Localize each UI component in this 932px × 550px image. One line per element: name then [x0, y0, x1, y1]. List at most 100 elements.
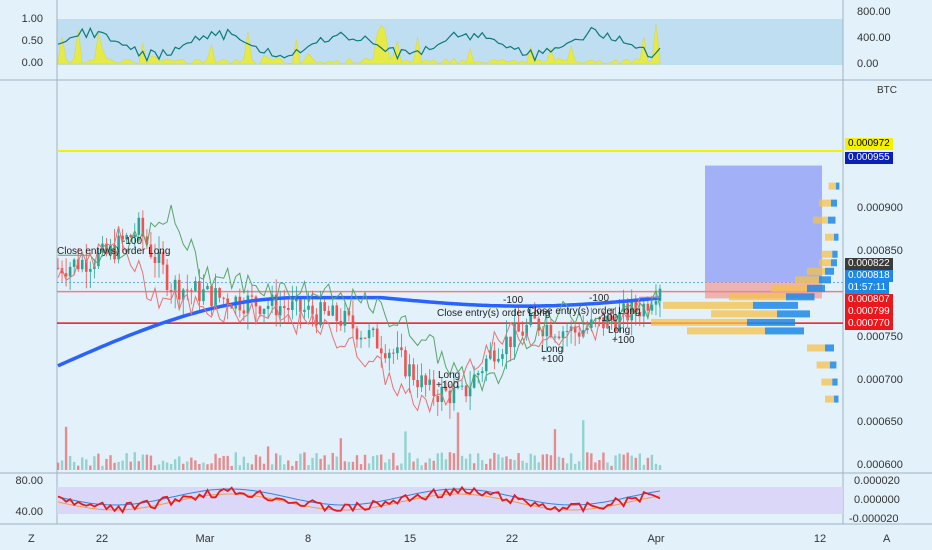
candle-body — [339, 320, 343, 326]
volume-bar — [452, 453, 456, 470]
volume-bar — [161, 460, 165, 470]
volume-bar — [654, 463, 658, 470]
candle-body — [343, 310, 347, 326]
volume-bar — [311, 457, 314, 470]
profile-bar-yellow — [828, 182, 836, 190]
volume-bar — [549, 455, 553, 470]
zoom-reset-z[interactable]: Z — [28, 533, 35, 545]
bottom-right-tick: 0.000020 — [854, 475, 900, 487]
volume-bar — [202, 462, 205, 470]
volume-bar — [472, 463, 476, 470]
volume-bar — [658, 465, 662, 470]
volume-bar — [141, 454, 145, 470]
profile-bar-yellow — [813, 216, 828, 224]
volume-bar — [602, 452, 605, 470]
volume-bar — [355, 455, 359, 470]
bottom-left-tick: 40.00 — [15, 506, 43, 518]
candle-body — [383, 353, 387, 359]
candle-body — [545, 324, 549, 337]
volume-bar — [93, 456, 96, 470]
candle-body — [363, 337, 367, 339]
volume-bar — [384, 462, 387, 470]
volume-bar — [468, 453, 472, 470]
volume-bar — [335, 456, 338, 470]
volume-bar — [113, 462, 116, 470]
volume-bar — [464, 458, 468, 470]
top-right-tick: 400.00 — [857, 32, 891, 44]
volume-bar — [331, 452, 334, 470]
candle-body — [371, 328, 375, 331]
volume-bar — [258, 456, 262, 470]
volume-bar — [117, 461, 120, 470]
bottom-left-tick: 80.00 — [15, 475, 43, 487]
volume-bar — [295, 461, 298, 470]
volume-bar — [60, 460, 64, 470]
profile-bar-blue — [807, 284, 825, 292]
profile-bar-blue — [835, 182, 840, 190]
volume-bar — [505, 456, 508, 470]
volume-bar — [283, 464, 286, 470]
volume-bar — [400, 463, 403, 470]
candle-body — [165, 264, 169, 291]
volume-bar — [557, 456, 561, 470]
candle-body — [517, 323, 520, 332]
profile-bar-yellow — [711, 310, 777, 318]
bottom-right-tick: -0.000020 — [849, 513, 899, 525]
candle-body — [258, 306, 262, 314]
top-left-tick: 1.00 — [22, 13, 43, 25]
volume-bar — [254, 454, 258, 470]
volume-bar — [420, 465, 423, 470]
volume-bar — [533, 455, 536, 470]
candle-body — [57, 267, 60, 269]
volume-bar — [497, 454, 500, 470]
top-right-tick: 0.00 — [857, 58, 878, 70]
volume-bar — [622, 454, 625, 470]
volume-bar — [650, 454, 654, 470]
price-tick: 0.000750 — [857, 331, 903, 343]
volume-bar — [270, 464, 274, 470]
candle-body — [654, 300, 658, 305]
candle-body — [291, 301, 294, 310]
volume-bar — [198, 463, 201, 470]
volume-bar — [274, 453, 278, 470]
volume-bar — [485, 463, 488, 470]
profile-bar-yellow — [663, 301, 753, 309]
price-label-countdown: 01:57:11 — [845, 282, 890, 294]
volume-bar — [291, 465, 294, 470]
volume-bar — [501, 457, 504, 470]
volume-bar — [646, 457, 650, 470]
volume-bar — [444, 459, 448, 470]
volume-bar — [586, 452, 589, 470]
candle-body — [464, 385, 468, 397]
volume-bar — [145, 454, 149, 470]
price-label-last: 0.000818 — [845, 270, 893, 282]
x-axis-label: 15 — [404, 533, 416, 545]
profile-bar-yellow — [819, 259, 831, 267]
volume-bar — [428, 458, 431, 470]
price-label-red-3: 0.000770 — [845, 318, 893, 330]
volume-bar — [408, 452, 411, 470]
volume-bar — [569, 453, 573, 470]
auto-scale-toggle[interactable]: A — [883, 533, 891, 545]
volume-bar — [339, 438, 343, 470]
volume-bar — [307, 465, 310, 470]
profile-bar-blue — [828, 216, 836, 224]
volume-bar — [436, 453, 439, 470]
candle-body — [177, 279, 181, 300]
volume-bar — [210, 463, 213, 470]
volume-bar — [432, 460, 435, 470]
trade-annotation: Close entry(s) order Long — [527, 306, 640, 317]
top-left-tick: 0.00 — [22, 57, 43, 69]
volume-bar — [266, 446, 270, 470]
volume-bar — [529, 453, 532, 470]
volume-bar — [250, 464, 254, 470]
profile-bar-blue — [834, 395, 839, 403]
trading-chart[interactable]: 1.00 0.50 0.00 800.00 400.00 0.00 BTC 0.… — [0, 0, 932, 550]
profile-bar-blue — [825, 267, 834, 275]
volume-bar — [206, 464, 209, 470]
volume-bar — [573, 463, 577, 470]
volume-bar — [440, 452, 444, 470]
volume-bar — [97, 453, 100, 470]
candle-body — [72, 259, 76, 267]
top-right-tick: 800.00 — [857, 6, 891, 18]
